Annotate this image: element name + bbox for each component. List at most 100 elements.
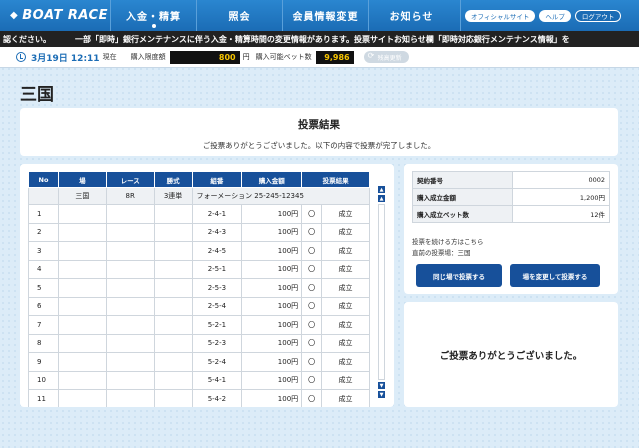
row-type [153, 296, 193, 316]
row-venue [57, 204, 107, 224]
row-kumi: 2-5-1 [191, 259, 243, 279]
row-amount: 100円 [241, 370, 303, 390]
row-race [105, 315, 155, 335]
row-amount: 100円 [241, 204, 303, 224]
summary-method: フォーメーション 25-245-12345 [191, 187, 370, 205]
col-type: 勝式 [153, 171, 193, 188]
row-amount: 100円 [241, 296, 303, 316]
row-mark: 〇 [301, 259, 323, 279]
continue-text: 投票を続ける方はこちら [412, 238, 484, 246]
row-amount: 100円 [241, 352, 303, 372]
row-race [105, 278, 155, 298]
row-race [105, 352, 155, 372]
bets-label: 購入可能ベット数 [255, 53, 312, 61]
row-result: 成立 [321, 333, 370, 353]
row-amount: 100円 [241, 315, 303, 335]
nav-member-info[interactable]: 会員情報変更 [282, 0, 368, 31]
scroll-down-icon[interactable]: ▼ [378, 382, 385, 389]
nav-inquiry[interactable]: 照会 [196, 0, 282, 31]
nav-notice[interactable]: お知らせ [368, 0, 454, 31]
row-kumi: 2-4-3 [191, 222, 243, 242]
row-amount: 100円 [241, 259, 303, 279]
row-race [105, 259, 155, 279]
vote-same-venue-button[interactable]: 同じ場で投票する [416, 264, 502, 287]
row-kumi: 2-5-4 [191, 296, 243, 316]
row-race [105, 389, 155, 407]
refresh-balance-button[interactable]: 残高更新 [363, 51, 409, 63]
row-result: 成立 [321, 222, 370, 242]
row-result: 成立 [321, 389, 370, 407]
official-site-link[interactable]: オフィシャルサイト [465, 9, 536, 22]
col-venue: 場 [57, 171, 107, 188]
row-kumi: 5-4-2 [191, 389, 243, 407]
row-mark: 〇 [301, 222, 323, 242]
bets-count-value: 12件 [512, 205, 610, 223]
row-mark: 〇 [301, 296, 323, 316]
row-kumi: 5-4-1 [191, 370, 243, 390]
scroll-track[interactable] [378, 204, 385, 380]
table-row: 6 2-5-4 100円〇成立 [28, 296, 370, 316]
scroll-up-icon[interactable]: ▲ [378, 195, 385, 202]
continue-note: 投票を続ける方はこちら 直前の投票場：三国 [412, 237, 484, 259]
scroll-bottom-icon[interactable]: ▼ [378, 391, 385, 398]
nav-deposit[interactable]: 入金・精算 [110, 0, 196, 31]
news-ticker[interactable]: 認ください。 一部「即時」銀行メンテナンスに伴う入金・精算時間の変更情報がありま… [0, 31, 639, 47]
logo[interactable]: ◆ BOAT RACE [0, 0, 110, 31]
table-row: 10 5-4-1 100円〇成立 [28, 370, 370, 390]
table-summary-row: 三国 8R 3連単 フォーメーション 25-245-12345 [28, 187, 370, 205]
row-venue [57, 352, 107, 372]
row-venue [57, 278, 107, 298]
table-row: 9 5-2-4 100円〇成立 [28, 352, 370, 372]
summary-venue: 三国 [57, 187, 107, 205]
row-venue [57, 333, 107, 353]
results-table: No 場 レース 勝式 組番 購入金額 投票結果 三国 8R 3連単 フォーメー… [28, 171, 370, 407]
bets-value: 9,986 [315, 50, 354, 64]
contract-label: 契約番号 [412, 171, 513, 189]
row-mark: 〇 [301, 370, 323, 390]
row-venue [57, 296, 107, 316]
thanks-panel: ご投票ありがとうございました。 [404, 302, 618, 407]
row-venue [57, 389, 107, 407]
row-amount: 100円 [241, 278, 303, 298]
table-row: 3 2-4-5 100円〇成立 [28, 241, 370, 261]
table-row: 11 5-4-2 100円〇成立 [28, 389, 370, 407]
logout-button[interactable]: ログアウト [574, 9, 622, 22]
row-mark: 〇 [301, 278, 323, 298]
ticker-text-2: 一部「即時」銀行メンテナンスに伴う入金・精算時間の変更情報があります。投票サイト… [75, 34, 570, 44]
col-race: レース [105, 171, 155, 188]
result-heading: 投票結果 [298, 119, 340, 131]
row-race [105, 333, 155, 353]
row-type [153, 278, 193, 298]
limit-label: 購入限度額 [130, 53, 166, 61]
boat-icon: ◆ [10, 10, 19, 21]
results-table-container[interactable]: No 場 レース 勝式 組番 購入金額 投票結果 三国 8R 3連単 フォーメー… [28, 171, 382, 407]
row-type [153, 222, 193, 242]
row-kumi: 2-4-5 [191, 241, 243, 261]
row-venue [57, 222, 107, 242]
change-venue-button[interactable]: 場を変更して投票する [510, 264, 600, 287]
row-kumi: 5-2-4 [191, 352, 243, 372]
clock-icon [16, 52, 26, 62]
summary-race: 8R [105, 187, 155, 205]
row-result: 成立 [321, 315, 370, 335]
scroll-top-icon[interactable]: ▲ [378, 186, 385, 193]
col-kumi: 組番 [191, 171, 243, 188]
main-nav: 入金・精算 照会 会員情報変更 お知らせ [110, 0, 454, 31]
table-row: 8 5-2-3 100円〇成立 [28, 333, 370, 353]
amount-value: 1,200円 [512, 188, 610, 206]
row-race [105, 222, 155, 242]
row-mark: 〇 [301, 241, 323, 261]
table-scrollbar[interactable]: ▲ ▲ ▼ ▼ [378, 186, 385, 400]
row-no: 3 [28, 241, 59, 261]
row-kumi: 2-4-1 [191, 204, 243, 224]
table-row: 1 2-4-1 100円〇成立 [28, 204, 370, 224]
row-mark: 〇 [301, 389, 323, 407]
row-amount: 100円 [241, 241, 303, 261]
table-row: 5 2-5-3 100円〇成立 [28, 278, 370, 298]
row-type [153, 241, 193, 261]
contract-value: 0002 [512, 171, 610, 189]
row-race [105, 241, 155, 261]
row-amount: 100円 [241, 333, 303, 353]
row-mark: 〇 [301, 352, 323, 372]
help-link[interactable]: ヘルプ [539, 9, 571, 22]
